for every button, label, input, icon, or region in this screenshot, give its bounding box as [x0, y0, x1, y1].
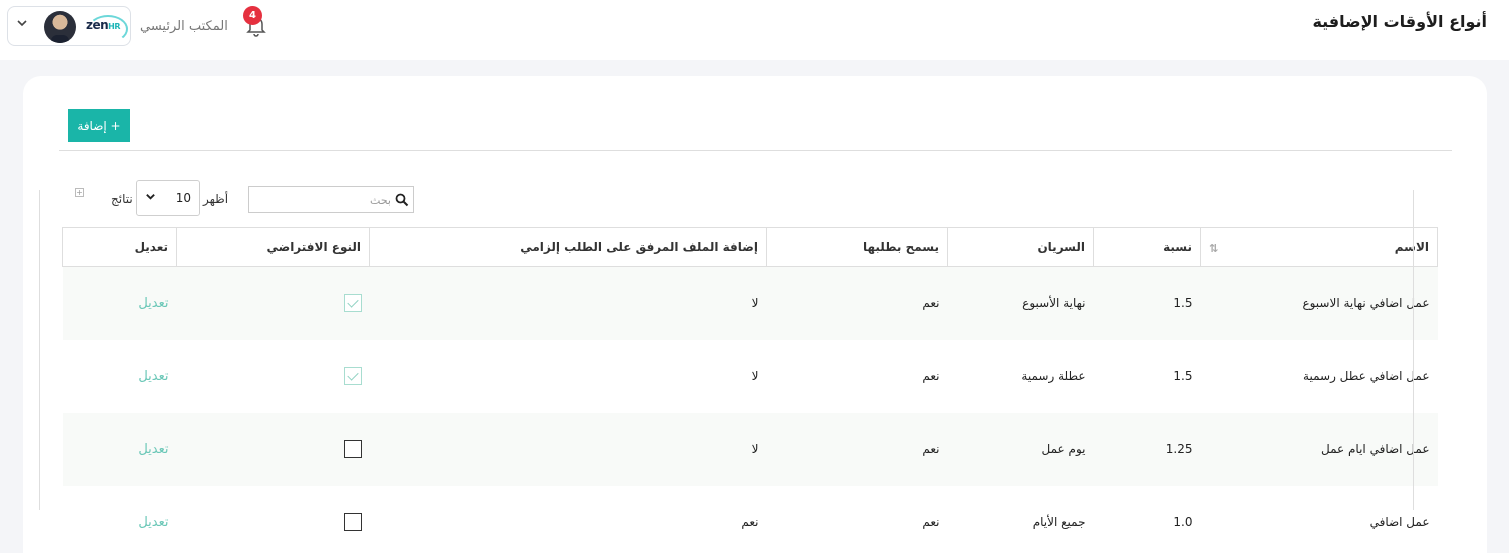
table-edge [1413, 190, 1414, 510]
table-row: عمل اضافي ايام عمل 1.25 يوم عمل نعم لا ت… [62, 412, 1438, 486]
cell-rate: 1.5 [1093, 266, 1201, 340]
cell-rate: 1.5 [1173, 369, 1193, 383]
cell-applies: جميع الأيام [1032, 515, 1086, 529]
cell-attachment: نعم [741, 515, 759, 529]
table-row: عمل اضافي 1.0 جميع الأيام نعم نعم تعديل [63, 486, 1438, 553]
chevron-down-icon[interactable] [16, 17, 28, 32]
table-row: عمل اضافي نهاية الاسبوع 1.5 نهاية الأسبو… [62, 266, 1438, 340]
column-header-attachment[interactable]: إضافة الملف المرفق على الطلب إلزامي [369, 227, 767, 267]
column-header-name[interactable]: الاسم ⇅ [1200, 227, 1438, 267]
search-icon [395, 192, 409, 207]
cell-name: عمل اضافي عطل رسمية [1303, 369, 1430, 383]
cell-allowed: نعم [922, 369, 940, 383]
column-header-label: تعديل [134, 240, 168, 254]
edit-link[interactable]: تعديل [138, 515, 168, 530]
brand-logo: zenHR [86, 15, 129, 43]
cell-allowed: نعم [766, 412, 948, 486]
column-header-label: الاسم [1394, 240, 1429, 254]
cell-applies: عطلة رسمية [1021, 369, 1086, 383]
chevron-down-icon [145, 191, 156, 205]
cell-default [176, 412, 370, 486]
cell-allowed: نعم [922, 515, 940, 529]
cell-default [177, 340, 370, 413]
cell-edit: تعديل [62, 266, 177, 340]
cell-default [177, 486, 370, 553]
content-card: + إضافة + نتائج 10 أظهر الاسم ⇅ نسبة السر… [23, 76, 1487, 553]
cell-attachment: لا [369, 412, 767, 486]
avatar[interactable] [44, 11, 76, 43]
search-box[interactable] [248, 186, 414, 213]
cell-attachment: لا [751, 369, 759, 383]
edit-link[interactable]: تعديل [138, 369, 168, 384]
edit-link[interactable]: تعديل [138, 442, 168, 457]
search-input[interactable] [261, 191, 391, 209]
overtime-types-table: الاسم ⇅ نسبة السريان يسمح بطلبها إضافة ال… [62, 227, 1438, 553]
cell-allowed: نعم [766, 266, 948, 340]
cell-default [176, 266, 370, 340]
column-header-label: إضافة الملف المرفق على الطلب إلزامي [520, 240, 758, 254]
brand-suffix: HR [108, 22, 121, 31]
divider [59, 150, 1452, 151]
notification-badge[interactable]: 4 [243, 6, 262, 25]
brand-name: zen [86, 18, 109, 32]
edit-link[interactable]: تعديل [138, 296, 168, 311]
page-size-value: 10 [175, 191, 191, 205]
cell-rate: 1.25 [1093, 412, 1201, 486]
column-header-allowed[interactable]: يسمح بطلبها [766, 227, 948, 267]
column-header-rate[interactable]: نسبة [1093, 227, 1201, 267]
page-size-select[interactable]: 10 [136, 180, 200, 216]
default-checkbox[interactable] [343, 440, 362, 458]
default-checkbox[interactable] [343, 294, 362, 313]
office-label[interactable]: المكتب الرئيسي [140, 19, 228, 34]
cell-applies: نهاية الأسبوع [947, 266, 1094, 340]
page-title: أنواع الأوقات الإضافية [1312, 12, 1487, 31]
cell-edit: تعديل [63, 340, 177, 413]
results-label: نتائج [111, 192, 133, 206]
default-checkbox[interactable] [343, 513, 362, 531]
cell-edit: تعديل [62, 412, 177, 486]
top-bar: أنواع الأوقات الإضافية zenHR المكتب الرئ… [0, 0, 1509, 60]
sort-icon[interactable]: ⇅ [1209, 242, 1218, 255]
expand-icon[interactable]: + [75, 188, 84, 197]
column-header-label: النوع الافتراضي [266, 240, 361, 254]
account-switcher[interactable]: zenHR [7, 6, 131, 46]
cell-name: عمل اضافي نهاية الاسبوع [1200, 266, 1438, 340]
table-edge [39, 190, 40, 510]
cell-rate: 1.0 [1173, 515, 1193, 529]
column-header-label: السريان [1037, 240, 1085, 254]
cell-attachment: لا [369, 266, 767, 340]
table-header-row: الاسم ⇅ نسبة السريان يسمح بطلبها إضافة ال… [62, 227, 1438, 267]
column-header-edit: تعديل [62, 227, 177, 267]
cell-name: عمل اضافي ايام عمل [1200, 412, 1438, 486]
column-header-default[interactable]: النوع الافتراضي [176, 227, 370, 267]
cell-edit: تعديل [63, 486, 177, 553]
column-header-label: نسبة [1163, 240, 1192, 254]
cell-applies: يوم عمل [947, 412, 1094, 486]
table-row: عمل اضافي عطل رسمية 1.5 عطلة رسمية نعم ل… [63, 340, 1438, 413]
add-button[interactable]: + إضافة [68, 109, 130, 142]
default-checkbox[interactable] [343, 367, 362, 385]
cell-name: عمل اضافي [1369, 515, 1430, 529]
column-header-applies[interactable]: السريان [947, 227, 1094, 267]
show-label: أظهر [203, 192, 229, 206]
column-header-label: يسمح بطلبها [862, 240, 939, 254]
